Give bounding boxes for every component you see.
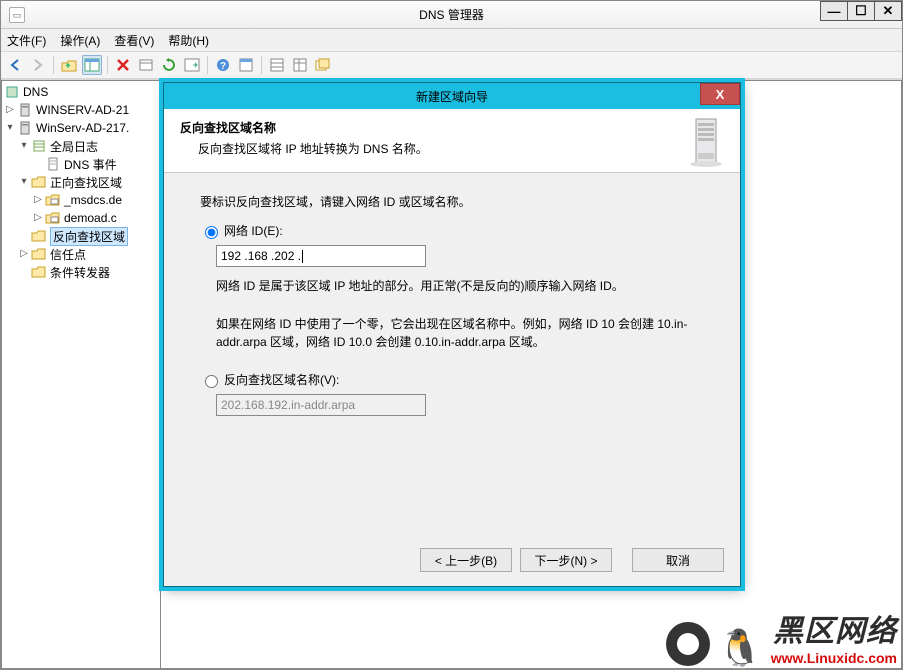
- menu-help[interactable]: 帮助(H): [168, 32, 209, 49]
- expand-icon[interactable]: ▷: [18, 248, 30, 260]
- dialog-close-button[interactable]: X: [700, 83, 740, 105]
- dialog-header-sub: 反向查找区域将 IP 地址转换为 DNS 名称。: [198, 140, 724, 157]
- properties-icon[interactable]: [236, 55, 256, 75]
- maximize-button[interactable]: ☐: [847, 1, 875, 21]
- zone-name-input: 202.168.192.in-addr.arpa: [216, 394, 426, 416]
- tree-node-label: 反向查找区域: [50, 227, 128, 246]
- network-id-input[interactable]: 192 .168 .202 .: [216, 245, 426, 267]
- tree-dns-event[interactable]: DNS 事件: [4, 155, 160, 173]
- dialog-header: 反向查找区域名称 反向查找区域将 IP 地址转换为 DNS 名称。: [164, 109, 740, 173]
- doc-icon: [45, 157, 61, 171]
- menubar: 文件(F) 操作(A) 查看(V) 帮助(H): [1, 29, 902, 51]
- zone-icon: [45, 211, 61, 225]
- zone-name-label[interactable]: 反向查找区域名称(V):: [224, 371, 339, 388]
- dialog-footer: < 上一步(B) 下一步(N) > 取消: [420, 548, 724, 572]
- help-icon[interactable]: ?: [213, 55, 233, 75]
- tree-root-dns[interactable]: DNS: [4, 83, 160, 101]
- tree-global-log[interactable]: ▾ 全局日志: [4, 137, 160, 155]
- toolbar-separator: [107, 56, 108, 74]
- expand-icon[interactable]: ▷: [32, 212, 44, 224]
- dialog-titlebar[interactable]: 新建区域向导 X: [164, 83, 740, 109]
- close-button[interactable]: ✕: [874, 1, 902, 21]
- up-folder-icon[interactable]: [59, 55, 79, 75]
- tree-node-label: 信任点: [50, 246, 86, 263]
- network-id-value: 192 .168 .202 .: [221, 249, 301, 263]
- toolbar: ?: [1, 51, 902, 79]
- menu-file[interactable]: 文件(F): [7, 32, 46, 49]
- network-id-label[interactable]: 网络 ID(E):: [224, 222, 283, 239]
- tree-conditional-forwarders[interactable]: 条件转发器: [4, 263, 160, 281]
- tree-zone-msdcs[interactable]: ▷ _msdcs.de: [4, 191, 160, 209]
- folder-icon: [31, 265, 47, 279]
- tree-server-2[interactable]: ▾ WinServ-AD-217.: [4, 119, 160, 137]
- zone-name-radio[interactable]: [205, 375, 218, 388]
- toolbar-separator: [53, 56, 54, 74]
- panes-icon[interactable]: [82, 55, 102, 75]
- delete-icon[interactable]: [113, 55, 133, 75]
- server-icon: [17, 121, 33, 135]
- folder-icon: [31, 229, 47, 243]
- expand-icon[interactable]: ▷: [32, 194, 44, 206]
- option-zone-name-row[interactable]: 反向查找区域名称(V):: [200, 371, 704, 388]
- export-list-icon[interactable]: [182, 55, 202, 75]
- tree-node-label: 条件转发器: [50, 264, 110, 281]
- collapse-icon[interactable]: ▾: [4, 122, 16, 134]
- new-window-icon[interactable]: [313, 55, 333, 75]
- tree-server-1[interactable]: ▷ WINSERV-AD-21: [4, 101, 160, 119]
- tree-node-label: 全局日志: [50, 138, 98, 155]
- tree-node-label: demoad.c: [64, 211, 117, 225]
- list-pane-icon[interactable]: [267, 55, 287, 75]
- dialog-intro: 要标识反向查找区域，请键入网络 ID 或区域名称。: [200, 193, 704, 210]
- tree-pane[interactable]: DNS ▷ WINSERV-AD-21 ▾ WinServ-AD-217.: [1, 80, 161, 669]
- collapse-icon[interactable]: ▾: [18, 176, 30, 188]
- server-icon: [17, 103, 33, 117]
- text-caret: [302, 250, 303, 263]
- next-button[interactable]: 下一步(N) >: [520, 548, 612, 572]
- folder-icon: [31, 175, 47, 189]
- menu-view[interactable]: 查看(V): [114, 32, 154, 49]
- zone-icon: [45, 193, 61, 207]
- tree-zone-demoad[interactable]: ▷ demoad.c: [4, 209, 160, 227]
- window-controls: — ☐ ✕: [821, 1, 902, 21]
- collapse-icon[interactable]: ▾: [18, 140, 30, 152]
- expand-icon[interactable]: ▷: [4, 104, 16, 116]
- tree-reverse-zones[interactable]: 反向查找区域: [4, 227, 160, 245]
- tree-node-label: _msdcs.de: [64, 193, 122, 207]
- dialog-title: 新建区域向导: [416, 88, 488, 105]
- book-icon: [31, 139, 47, 153]
- option-network-id-row[interactable]: 网络 ID(E):: [200, 222, 704, 239]
- minimize-button[interactable]: —: [820, 1, 848, 21]
- tree-root-label: DNS: [23, 85, 48, 99]
- network-id-desc: 网络 ID 是属于该区域 IP 地址的部分。用正常(不是反向的)顺序输入网络 I…: [216, 277, 704, 295]
- dialog-header-title: 反向查找区域名称: [180, 119, 724, 136]
- forward-arrow-icon[interactable]: [28, 55, 48, 75]
- network-id-note: 如果在网络 ID 中使用了一个零，它会出现在区域名称中。例如，网络 ID 10 …: [216, 315, 704, 351]
- tree-node-label: WinServ-AD-217.: [36, 121, 129, 135]
- tree-trust-points[interactable]: ▷ 信任点: [4, 245, 160, 263]
- network-id-radio[interactable]: [205, 226, 218, 239]
- zone-name-value: 202.168.192.in-addr.arpa: [221, 398, 355, 412]
- toolbar-separator: [261, 56, 262, 74]
- toolbar-separator: [207, 56, 208, 74]
- new-zone-wizard-dialog: 新建区域向导 X 反向查找区域名称 反向查找区域将 IP 地址转换为 DNS 名…: [163, 82, 741, 587]
- app-icon: ▭: [9, 7, 25, 23]
- dialog-body: 要标识反向查找区域，请键入网络 ID 或区域名称。 网络 ID(E): 192 …: [164, 173, 740, 436]
- tree-node-label: DNS 事件: [64, 156, 117, 173]
- svg-text:?: ?: [220, 61, 226, 72]
- back-button[interactable]: < 上一步(B): [420, 548, 512, 572]
- menu-action[interactable]: 操作(A): [60, 32, 100, 49]
- cancel-button[interactable]: 取消: [632, 548, 724, 572]
- refresh-icon[interactable]: [136, 55, 156, 75]
- tree-node-label: 正向查找区域: [50, 174, 122, 191]
- titlebar[interactable]: ▭ DNS 管理器 — ☐ ✕: [1, 1, 902, 29]
- window-title: DNS 管理器: [1, 6, 902, 23]
- refresh-green-icon[interactable]: [159, 55, 179, 75]
- tree-forward-zones[interactable]: ▾ 正向查找区域: [4, 173, 160, 191]
- folder-icon: [31, 247, 47, 261]
- dns-root-icon: [4, 85, 20, 99]
- back-arrow-icon[interactable]: [5, 55, 25, 75]
- tree-node-label: WINSERV-AD-21: [36, 103, 129, 117]
- detail-pane-icon[interactable]: [290, 55, 310, 75]
- server-tower-icon: [686, 117, 726, 170]
